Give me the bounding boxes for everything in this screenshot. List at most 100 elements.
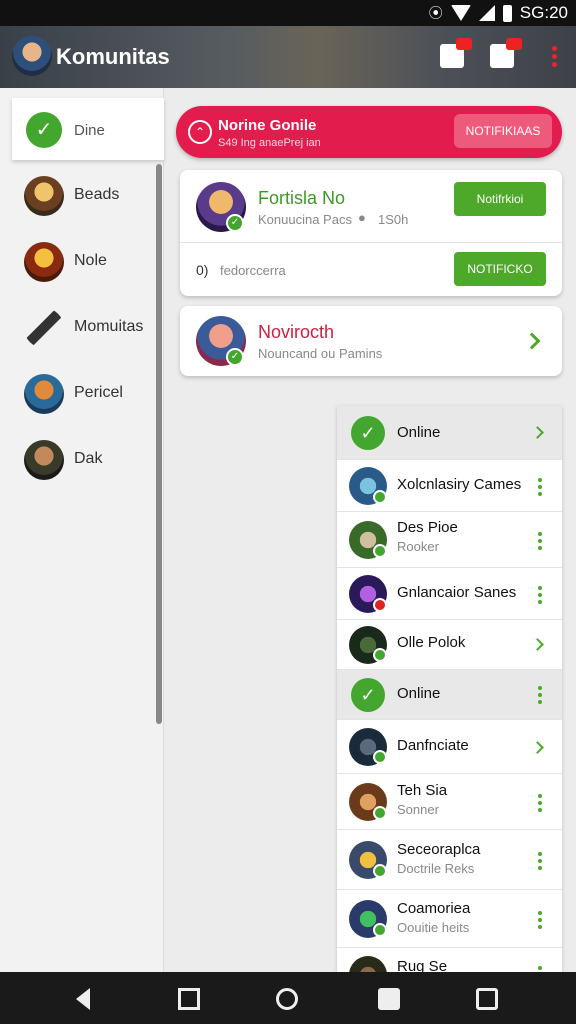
app-title: Komunitas	[56, 44, 170, 69]
drawer-item-label: Dine	[74, 122, 105, 139]
signal-icon	[478, 5, 495, 21]
list-item[interactable]: Gnlancaior Sanes	[337, 568, 562, 620]
avatar	[24, 176, 64, 216]
back-icon[interactable]	[76, 988, 90, 1010]
member-icon: ●	[358, 210, 366, 225]
banner-notification-button[interactable]: NOTIFIKIAAS	[454, 114, 552, 148]
community-subtitle: Konuucina Pacs	[258, 212, 352, 227]
drawer-item-dak[interactable]: Dak	[0, 430, 160, 490]
list-item[interactable]: Xolcnlasiry Cames	[337, 460, 562, 512]
row-prefix: 0)	[196, 262, 209, 278]
drawer-item-nole[interactable]: Nole	[0, 232, 160, 292]
more-icon[interactable]	[538, 686, 544, 707]
check-icon: ✓	[351, 416, 385, 450]
more-icon[interactable]	[538, 586, 544, 607]
list-item[interactable]: Olle Polok	[337, 620, 562, 670]
member-count: 1S0h	[378, 212, 409, 227]
list-header-label: Online	[397, 685, 441, 702]
more-icon[interactable]	[538, 852, 544, 873]
drawer-item-label: Pericel	[74, 384, 123, 401]
member-name: Xolcnlasiry Cames	[397, 476, 522, 493]
message-badge	[506, 38, 522, 50]
more-icon[interactable]	[538, 794, 544, 815]
list-item[interactable]: Coamoriea Oouitie heits	[337, 890, 562, 948]
member-subtitle: Rooker	[397, 539, 439, 554]
drawer-item-label: Nole	[74, 252, 107, 269]
drawer-item-label: Dak	[74, 450, 103, 467]
list-header[interactable]: ✓ Online	[337, 406, 562, 460]
member-subtitle: Oouitie heits	[397, 920, 470, 935]
online-badge	[373, 750, 387, 764]
drawer-item-momuitas[interactable]: Momuitas	[0, 298, 160, 358]
member-subtitle: Sonner	[397, 802, 439, 817]
chevron-right-icon[interactable]	[531, 426, 544, 439]
online-badge	[373, 648, 387, 662]
chat-icon[interactable]	[378, 988, 400, 1010]
member-name: Olle Polok	[397, 634, 466, 651]
data-saver-icon: ⦿	[428, 5, 443, 21]
battery-icon	[502, 4, 512, 22]
avatar	[24, 440, 64, 480]
list-header[interactable]: ✓ Online	[337, 670, 562, 720]
system-nav-bar	[0, 972, 576, 1024]
community-notification-button[interactable]	[440, 38, 472, 70]
community-subtitle: Nouncand ou Pamins	[258, 346, 383, 361]
online-badge	[373, 544, 387, 558]
chevron-right-icon[interactable]	[523, 332, 541, 350]
overflow-menu-button[interactable]	[548, 44, 560, 70]
notification-banner[interactable]: ⌃ Norine Gonile S49 Ing anaePrej ian NOT…	[176, 106, 562, 158]
chevron-right-icon[interactable]	[531, 638, 544, 651]
home-icon[interactable]	[276, 988, 298, 1010]
member-name: Coamoriea	[397, 900, 471, 917]
verified-icon: ✓	[226, 348, 244, 366]
member-name: Teh Sia	[397, 782, 448, 799]
online-badge	[373, 490, 387, 504]
app-logo	[12, 36, 52, 76]
banner-subtitle: S49 Ing anaePrej ian	[218, 137, 321, 149]
online-badge	[373, 806, 387, 820]
chevron-right-icon[interactable]	[531, 741, 544, 754]
list-item[interactable]: Teh Sia Sonner	[337, 774, 562, 830]
member-name: Danfnciate	[397, 737, 469, 754]
community-card: ✓ Fortisla No Konuucina Pacs ● 1S0h Noti…	[180, 170, 562, 296]
member-name: Gnlancaior Sanes	[397, 584, 517, 601]
busy-badge	[373, 598, 387, 612]
avatar	[24, 374, 64, 414]
checkbox-icon[interactable]	[476, 988, 498, 1010]
online-badge	[373, 864, 387, 878]
notification-badge	[456, 38, 472, 50]
member-name: Secеoraplca	[397, 841, 481, 858]
more-icon[interactable]	[538, 532, 544, 553]
member-name: Des Pioe	[397, 519, 458, 536]
banner-title: Norine Gonile	[218, 117, 317, 134]
more-icon[interactable]	[538, 478, 544, 499]
drawer-scrollbar[interactable]	[156, 164, 162, 724]
app-bar: Komunitas	[0, 26, 576, 88]
online-badge	[373, 923, 387, 937]
drawer-item-active[interactable]: ✓ Dine	[12, 98, 164, 160]
member-subtitle: Doctrile Reks	[397, 861, 475, 876]
community-name: Novirocth	[258, 322, 335, 342]
chevron-up-icon[interactable]: ⌃	[188, 120, 212, 144]
drawer-item-beads[interactable]: Beads	[0, 166, 160, 226]
side-drawer: ✓ Dine Beads Nole Momuitas Pericel Dak	[0, 88, 164, 972]
messages-button[interactable]	[490, 38, 522, 70]
community-name: Fortisla No	[258, 188, 346, 208]
community-card[interactable]: ✓ Novirocth Nouncand ou Pamins	[180, 306, 562, 376]
recents-icon[interactable]	[178, 988, 200, 1010]
list-item[interactable]: Des Pioe Rooker	[337, 512, 562, 568]
list-item[interactable]: Danfnciate	[337, 720, 562, 774]
list-item[interactable]: Rug Se	[337, 948, 562, 972]
check-icon: ✓	[26, 112, 62, 148]
notification-button[interactable]: NOTIFICKO	[454, 252, 546, 286]
avatar	[349, 956, 387, 972]
notification-button[interactable]: Notifrkioi	[454, 182, 546, 216]
member-list: ✓ Online Xolcnlasiry Cames Des Pioe Rook…	[337, 406, 562, 972]
status-time: SG:20	[519, 3, 568, 22]
drawer-item-pericel[interactable]: Pericel	[0, 364, 160, 424]
more-icon[interactable]	[538, 911, 544, 932]
list-item[interactable]: Secеoraplca Doctrile Reks	[337, 830, 562, 890]
drawer-item-label: Momuitas	[74, 318, 144, 335]
wifi-icon	[450, 5, 471, 21]
drawer-item-label: Beads	[74, 186, 120, 203]
